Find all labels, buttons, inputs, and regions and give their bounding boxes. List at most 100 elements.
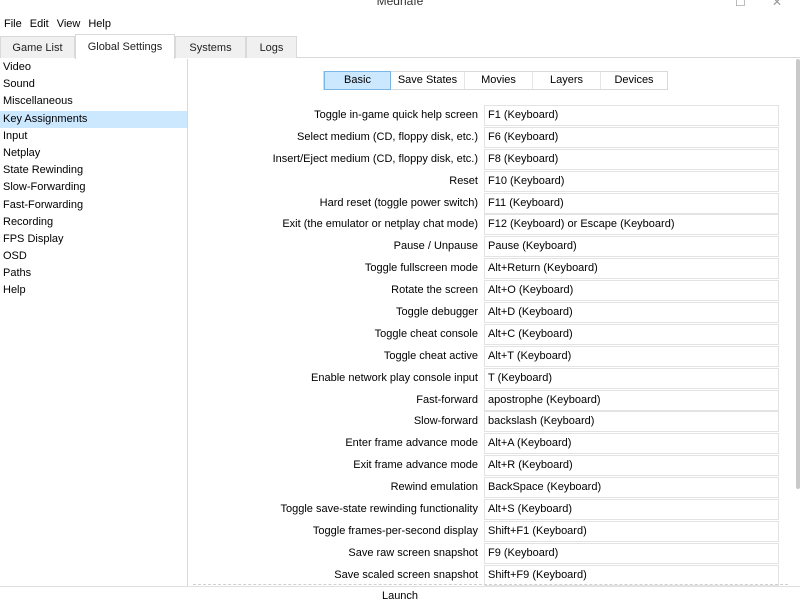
- binding-action-label: Enable network play console input: [311, 371, 478, 384]
- binding-key-field[interactable]: Alt+A (Keyboard): [484, 433, 779, 455]
- vertical-scrollbar[interactable]: [796, 59, 800, 489]
- binding-row: Enable network play console input T (Keyb…: [189, 367, 800, 390]
- subtab-basic[interactable]: Basic: [324, 71, 391, 90]
- binding-key-field[interactable]: Alt+O (Keyboard): [484, 280, 779, 302]
- binding-row: Toggle cheat active Alt+T (Keyboard): [189, 345, 800, 368]
- key-assignment-subtabs: Basic Save States Movies Layers Devices: [323, 71, 668, 90]
- binding-key-field[interactable]: apostrophe (Keyboard): [484, 389, 779, 411]
- binding-action-label: Pause / Unpause: [393, 240, 478, 253]
- tab-global-settings[interactable]: Global Settings: [75, 34, 175, 59]
- main-tab-bar: Game List Global Settings Systems Logs: [0, 34, 800, 59]
- binding-row: Insert/Eject medium (CD, floppy disk, et…: [189, 148, 800, 171]
- binding-key-field[interactable]: Alt+C (Keyboard): [484, 323, 779, 345]
- sidebar-item-fps-display[interactable]: FPS Display: [0, 231, 187, 248]
- binding-action-label: Enter frame advance mode: [345, 437, 478, 450]
- binding-action-label: Toggle fullscreen mode: [364, 262, 478, 275]
- sidebar-item-recording[interactable]: Recording: [0, 214, 187, 231]
- binding-key-field[interactable]: F9 (Keyboard): [484, 542, 779, 564]
- binding-action-label: Rewind emulation: [390, 481, 478, 494]
- subtab-movies[interactable]: Movies: [465, 72, 533, 89]
- binding-key-field[interactable]: backslash (Keyboard): [484, 411, 779, 433]
- binding-action-label: Hard reset (toggle power switch): [319, 196, 478, 209]
- binding-key-field[interactable]: F6 (Keyboard): [484, 126, 779, 148]
- binding-key-field[interactable]: Alt+S (Keyboard): [484, 499, 779, 521]
- key-assignments-panel: Basic Save States Movies Layers Devices …: [189, 59, 800, 586]
- binding-action-label: Toggle cheat console: [374, 327, 478, 340]
- sidebar-item-sound[interactable]: Sound: [0, 76, 187, 93]
- window-title: Mednafe: [376, 0, 424, 8]
- menu-edit[interactable]: Edit: [30, 18, 49, 30]
- sidebar-item-state-rewinding[interactable]: State Rewinding: [0, 162, 187, 179]
- binding-key-field[interactable]: F8 (Keyboard): [484, 148, 779, 170]
- sidebar-item-help[interactable]: Help: [0, 282, 187, 299]
- sidebar-item-osd[interactable]: OSD: [0, 248, 187, 265]
- binding-row: Toggle frames-per-second display Shift+F1…: [189, 520, 800, 543]
- binding-row: Exit (the emulator or netplay chat mode)…: [189, 214, 800, 236]
- binding-action-label: Fast-forward: [416, 393, 478, 406]
- launch-button[interactable]: Launch: [0, 590, 800, 600]
- binding-key-field[interactable]: T (Keyboard): [484, 367, 779, 389]
- binding-key-field[interactable]: Alt+D (Keyboard): [484, 302, 779, 324]
- sidebar-item-key-assignments[interactable]: Key Assignments: [0, 110, 187, 128]
- divider: [193, 584, 788, 585]
- sidebar-item-fast-forwarding[interactable]: Fast-Forwarding: [0, 197, 187, 214]
- footer-bar: Launch: [0, 586, 800, 600]
- binding-action-label: Toggle frames-per-second display: [312, 524, 478, 537]
- binding-row: Fast-forward apostrophe (Keyboard): [189, 389, 800, 412]
- binding-key-field[interactable]: Shift+F1 (Keyboard): [484, 520, 779, 542]
- binding-key-field[interactable]: Alt+T (Keyboard): [484, 345, 779, 367]
- binding-key-field[interactable]: F12 (Keyboard) or Escape (Keyboard): [484, 214, 779, 236]
- menu-file[interactable]: File: [4, 18, 22, 30]
- subtab-layers[interactable]: Layers: [533, 72, 601, 89]
- binding-key-field[interactable]: Alt+Return (Keyboard): [484, 258, 779, 280]
- binding-action-label: Toggle save-state rewinding functionalit…: [280, 503, 478, 516]
- maximize-icon[interactable]: ☐: [735, 0, 746, 9]
- binding-action-label: Select medium (CD, floppy disk, etc.): [297, 130, 478, 143]
- binding-key-field[interactable]: Shift+F9 (Keyboard): [484, 564, 779, 586]
- menu-view[interactable]: View: [57, 18, 81, 30]
- binding-row: Save raw screen snapshot F9 (Keyboard): [189, 542, 800, 565]
- binding-row: Toggle in-game quick help screen F1 (Keyb…: [189, 105, 800, 127]
- binding-action-label: Toggle cheat active: [383, 349, 478, 362]
- binding-row: Toggle fullscreen mode Alt+Return (Keyboa…: [189, 258, 800, 280]
- subtab-save-states[interactable]: Save States: [391, 72, 465, 89]
- binding-row: Rotate the screen Alt+O (Keyboard): [189, 280, 800, 302]
- tab-game-list[interactable]: Game List: [0, 36, 75, 58]
- menu-bar: File Edit View Help: [0, 15, 800, 33]
- binding-action-label: Save raw screen snapshot: [348, 546, 478, 559]
- title-bar: Mednafe ☐ ✕: [0, 0, 800, 14]
- binding-key-field[interactable]: Pause (Keyboard): [484, 236, 779, 258]
- sidebar-item-input[interactable]: Input: [0, 128, 187, 145]
- binding-action-label: Toggle debugger: [396, 306, 478, 319]
- menu-help[interactable]: Help: [88, 18, 111, 30]
- binding-key-field[interactable]: F10 (Keyboard): [484, 170, 779, 192]
- sidebar-item-paths[interactable]: Paths: [0, 265, 187, 282]
- binding-key-field[interactable]: F1 (Keyboard): [484, 105, 779, 126]
- tab-logs[interactable]: Logs: [246, 36, 297, 58]
- binding-key-field[interactable]: Alt+R (Keyboard): [484, 455, 779, 477]
- binding-row: Toggle cheat console Alt+C (Keyboard): [189, 323, 800, 346]
- sidebar-item-netplay[interactable]: Netplay: [0, 145, 187, 162]
- sidebar-item-video[interactable]: Video: [0, 59, 187, 76]
- binding-action-label: Reset: [449, 174, 478, 187]
- binding-row: Slow-forward backslash (Keyboard): [189, 411, 800, 433]
- binding-row: Pause / Unpause Pause (Keyboard): [189, 236, 800, 258]
- binding-key-field[interactable]: BackSpace (Keyboard): [484, 477, 779, 499]
- binding-key-field[interactable]: F11 (Keyboard): [484, 192, 779, 214]
- binding-action-label: Insert/Eject medium (CD, floppy disk, et…: [272, 152, 478, 165]
- binding-row: Enter frame advance mode Alt+A (Keyboard): [189, 433, 800, 455]
- binding-row: Hard reset (toggle power switch) F11 (Key…: [189, 192, 800, 215]
- subtab-devices[interactable]: Devices: [601, 72, 667, 89]
- binding-action-label: Rotate the screen: [391, 284, 478, 297]
- sidebar-item-miscellaneous[interactable]: Miscellaneous: [0, 93, 187, 110]
- binding-action-label: Save scaled screen snapshot: [334, 568, 478, 581]
- sidebar-item-slow-forwarding[interactable]: Slow-Forwarding: [0, 179, 187, 196]
- binding-action-label: Exit (the emulator or netplay chat mode): [282, 218, 478, 231]
- binding-row: Exit frame advance mode Alt+R (Keyboard): [189, 455, 800, 477]
- close-icon[interactable]: ✕: [772, 0, 782, 9]
- tab-systems[interactable]: Systems: [175, 36, 246, 58]
- binding-row: Rewind emulation BackSpace (Keyboard): [189, 477, 800, 499]
- binding-row: Reset F10 (Keyboard): [189, 170, 800, 193]
- settings-category-list: Video Sound Miscellaneous Key Assignments In…: [0, 59, 188, 586]
- binding-row: Toggle save-state rewinding functionalit…: [189, 499, 800, 521]
